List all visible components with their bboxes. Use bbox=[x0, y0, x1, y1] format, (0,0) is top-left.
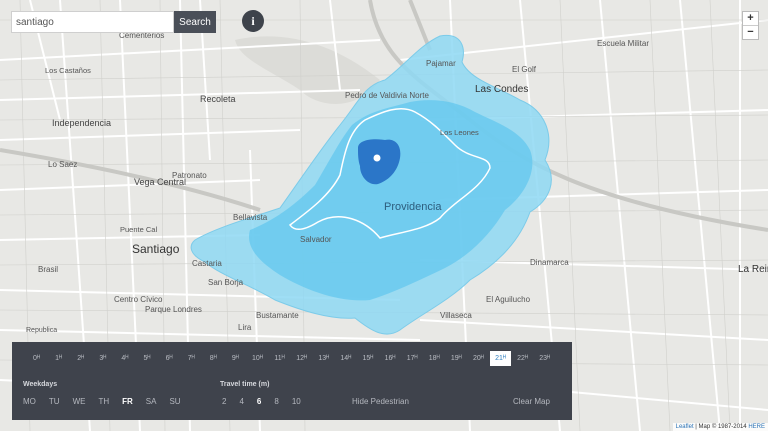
travel-time-4[interactable]: 4 bbox=[239, 397, 243, 406]
hour-button-10[interactable]: 10ᴴ bbox=[247, 351, 268, 366]
hide-pedestrian-button[interactable]: Hide Pedestrian bbox=[352, 397, 409, 406]
hour-button-22[interactable]: 22ᴴ bbox=[512, 351, 533, 366]
hour-button-12[interactable]: 12ᴴ bbox=[291, 351, 312, 366]
travel-time-label: Travel time (m) bbox=[220, 381, 270, 388]
label-providencia: Providencia bbox=[384, 201, 442, 213]
hour-button-7[interactable]: 7ᴴ bbox=[181, 351, 202, 366]
hour-button-14[interactable]: 14ᴴ bbox=[335, 351, 356, 366]
hour-button-1[interactable]: 1ᴴ bbox=[48, 351, 69, 366]
weekday-fr[interactable]: FR bbox=[122, 397, 133, 406]
clear-map-button[interactable]: Clear Map bbox=[513, 397, 550, 406]
hour-button-9[interactable]: 9ᴴ bbox=[225, 351, 246, 366]
label-recoleta: Recoleta bbox=[200, 94, 236, 104]
weekday-th[interactable]: TH bbox=[98, 397, 109, 406]
label-bellavista: Bellavista bbox=[233, 213, 268, 222]
leaflet-link[interactable]: Leaflet bbox=[676, 424, 694, 430]
travel-time-6[interactable]: 6 bbox=[257, 397, 261, 406]
weekdays-label: Weekdays bbox=[23, 381, 58, 388]
attribution-text: | Map © 1987-2014 bbox=[695, 424, 747, 430]
hour-button-18[interactable]: 18ᴴ bbox=[424, 351, 445, 366]
hour-button-0[interactable]: 0ᴴ bbox=[26, 351, 47, 366]
label-castaria: Castaria bbox=[192, 259, 222, 268]
label-bustamante: Bustamante bbox=[256, 311, 299, 320]
info-button[interactable]: i bbox=[242, 10, 264, 32]
label-escuela-militar: Escuela Militar bbox=[597, 39, 649, 48]
hour-selector: 0ᴴ 1ᴴ 2ᴴ 3ᴴ 4ᴴ 5ᴴ 6ᴴ 7ᴴ 8ᴴ 9ᴴ 10ᴴ 11ᴴ 12ᴴ 13ᴴ 14ᴴ 15ᴴ 16… bbox=[26, 351, 556, 366]
label-santiago: Santiago bbox=[132, 242, 180, 256]
label-los-leones: Los Leones bbox=[440, 128, 479, 137]
label-dinamarca: Dinamarca bbox=[530, 258, 569, 267]
hour-button-20[interactable]: 20ᴴ bbox=[468, 351, 489, 366]
label-centro-civico: Centro Cívico bbox=[114, 295, 163, 304]
hour-button-17[interactable]: 17ᴴ bbox=[402, 351, 423, 366]
label-salvador: Salvador bbox=[300, 235, 332, 244]
hour-button-16[interactable]: 16ᴴ bbox=[380, 351, 401, 366]
zoom-control: + − bbox=[742, 11, 759, 40]
hour-button-8[interactable]: 8ᴴ bbox=[203, 351, 224, 366]
travel-time-8[interactable]: 8 bbox=[274, 397, 278, 406]
hour-button-6[interactable]: 6ᴴ bbox=[159, 351, 180, 366]
weekday-we[interactable]: WE bbox=[73, 397, 86, 406]
control-panel: 0ᴴ 1ᴴ 2ᴴ 3ᴴ 4ᴴ 5ᴴ 6ᴴ 7ᴴ 8ᴴ 9ᴴ 10ᴴ 11ᴴ 12ᴴ 13ᴴ 14ᴴ 15ᴴ 16… bbox=[12, 342, 572, 420]
weekday-selector: MO TU WE TH FR SA SU bbox=[23, 397, 194, 406]
label-pedro-de-valdivia-norte: Pedro de Valdivia Norte bbox=[345, 91, 429, 100]
label-villaseca: Villaseca bbox=[440, 311, 472, 320]
zoom-in-button[interactable]: + bbox=[743, 12, 758, 26]
travel-time-2[interactable]: 2 bbox=[222, 397, 226, 406]
here-link[interactable]: HERE bbox=[748, 424, 765, 430]
origin-marker[interactable] bbox=[373, 154, 381, 162]
label-vega-central: Vega Central bbox=[134, 177, 186, 187]
label-las-condes: Las Condes bbox=[475, 84, 528, 95]
map-attribution: Leaflet | Map © 1987-2014 HERE bbox=[672, 423, 768, 431]
hour-button-15[interactable]: 15ᴴ bbox=[357, 351, 378, 366]
label-republica: Republica bbox=[26, 327, 57, 334]
label-el-aguilucho: El Aguilucho bbox=[486, 295, 531, 304]
label-puente-cal: Puente Cal bbox=[120, 225, 157, 234]
weekday-su[interactable]: SU bbox=[169, 397, 180, 406]
hour-button-21[interactable]: 21ᴴ bbox=[489, 351, 511, 366]
label-independencia: Independencia bbox=[52, 118, 111, 128]
label-brasil: Brasil bbox=[38, 265, 58, 274]
label-pajamar: Pajamar bbox=[426, 59, 456, 68]
search-input[interactable] bbox=[11, 11, 174, 33]
travel-time-selector: 2 4 6 8 10 bbox=[222, 397, 314, 406]
hour-button-13[interactable]: 13ᴴ bbox=[313, 351, 334, 366]
label-parque-londres: Parque Londres bbox=[145, 305, 202, 314]
travel-time-10[interactable]: 10 bbox=[292, 397, 301, 406]
label-lira: Lira bbox=[238, 323, 252, 332]
hour-button-4[interactable]: 4ᴴ bbox=[114, 351, 135, 366]
weekday-mo[interactable]: MO bbox=[23, 397, 36, 406]
weekday-sa[interactable]: SA bbox=[146, 397, 157, 406]
label-el-golf: El Golf bbox=[512, 65, 537, 74]
weekday-tu[interactable]: TU bbox=[49, 397, 60, 406]
hour-button-19[interactable]: 19ᴴ bbox=[446, 351, 467, 366]
hour-button-11[interactable]: 11ᴴ bbox=[269, 351, 290, 366]
label-la-reina: La Reina bbox=[738, 264, 768, 275]
hour-button-23[interactable]: 23ᴴ bbox=[534, 351, 555, 366]
label-san-borja: San Borja bbox=[208, 278, 244, 287]
zoom-out-button[interactable]: − bbox=[743, 26, 758, 39]
hour-button-3[interactable]: 3ᴴ bbox=[92, 351, 113, 366]
hour-button-5[interactable]: 5ᴴ bbox=[136, 351, 157, 366]
info-icon: i bbox=[251, 13, 255, 28]
hour-button-2[interactable]: 2ᴴ bbox=[70, 351, 91, 366]
label-los-castanos: Los Castaños bbox=[45, 66, 91, 75]
search-bar: Search bbox=[11, 11, 216, 33]
search-button[interactable]: Search bbox=[174, 11, 216, 33]
label-lo-saez: Lo Saez bbox=[48, 160, 77, 169]
